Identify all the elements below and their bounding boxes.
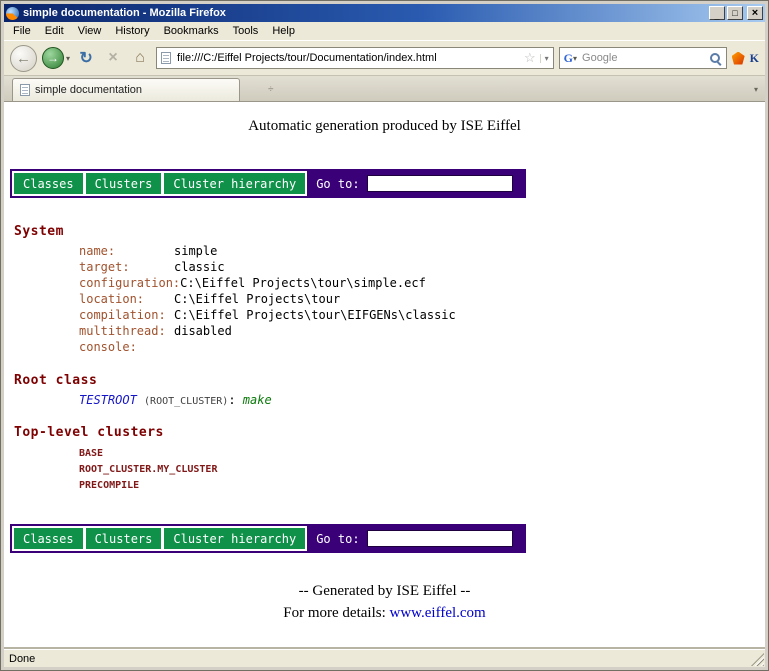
menubar: File Edit View History Bookmarks Tools H… [4,22,765,41]
root-class-heading: Root class [14,373,765,388]
system-row: name:simple [79,243,765,259]
firefox-window: simple documentation - Mozilla Firefox _… [0,0,769,671]
menu-file[interactable]: File [6,24,38,38]
titlebar[interactable]: simple documentation - Mozilla Firefox _… [4,4,765,22]
goto-section-bottom: Go to: [307,526,524,551]
list-all-tabs-icon[interactable]: ▾ [754,85,761,94]
goto-label-bottom: Go to: [316,532,359,546]
addon-icon-orange[interactable] [732,52,745,65]
url-dropdown-icon[interactable]: ▾ [540,54,549,63]
root-class-line: TESTROOT (ROOT_CLUSTER): make [79,393,765,407]
google-icon[interactable]: G [564,51,573,66]
resize-grip[interactable] [751,653,764,666]
goto-label: Go to: [316,177,359,191]
generated-by-line: -- Generated by ISE Eiffel -- [4,583,765,600]
system-section: System name:simple target:classic config… [14,224,765,355]
url-input[interactable] [175,49,520,67]
cluster-hierarchy-button-bottom[interactable]: Cluster hierarchy [164,528,305,549]
doc-header: Automatic generation produced by ISE Eif… [4,118,765,135]
classes-button[interactable]: Classes [14,173,83,194]
bookmark-star-icon[interactable]: ☆ [524,50,536,66]
goto-input-bottom[interactable] [367,530,513,547]
cluster-list: BASE ROOT_CLUSTER.MY_CLUSTER PRECOMPILE [79,446,765,494]
cluster-link-base[interactable]: BASE [79,446,765,462]
system-row: compilation:C:\Eiffel Projects\tour\EIFG… [79,307,765,323]
menu-history[interactable]: History [108,24,156,38]
menu-edit[interactable]: Edit [38,24,71,38]
tab-strip: simple documentation ÷ ▾ [4,76,765,102]
menu-view[interactable]: View [71,24,109,38]
back-button[interactable]: ← [10,45,37,72]
stop-button[interactable]: × [102,47,124,69]
addon-icon-k[interactable]: K [750,51,759,66]
maximize-button[interactable]: □ [727,6,743,20]
minimize-button[interactable]: _ [709,6,725,20]
root-class-section: Root class TESTROOT (ROOT_CLUSTER): make [14,373,765,407]
system-heading: System [14,224,765,239]
tab-simple-documentation[interactable]: simple documentation [12,78,240,101]
system-row: target:classic [79,259,765,275]
cluster-link-precompile[interactable]: PRECOMPILE [79,478,765,494]
system-row: configuration:C:\Eiffel Projects\tour\si… [79,275,765,291]
forward-button[interactable]: → [42,47,64,69]
goto-section: Go to: [307,171,524,196]
firefox-icon [6,7,19,20]
reload-button[interactable]: ↻ [75,47,97,69]
menu-bookmarks[interactable]: Bookmarks [157,24,226,38]
search-magnifier-icon[interactable] [709,52,722,65]
clusters-heading: Top-level clusters [14,425,765,440]
clusters-button[interactable]: Clusters [86,173,162,194]
search-box: G ▾ [559,47,727,69]
root-feature-link[interactable]: make [243,393,272,407]
search-engine-dropdown-icon[interactable]: ▾ [573,54,577,63]
details-line: For more details: www.eiffel.com [4,605,765,622]
forward-history-dropdown-icon[interactable]: ▾ [66,54,70,63]
doc-navbar-top: Classes Clusters Cluster hierarchy Go to… [10,169,526,198]
tab-label: simple documentation [35,84,142,96]
eiffel-site-link[interactable]: www.eiffel.com [390,605,486,621]
root-class-link[interactable]: TESTROOT [79,393,137,407]
tab-strip-widget-icon[interactable]: ÷ [268,84,274,95]
goto-input[interactable] [367,175,513,192]
window-title: simple documentation - Mozilla Firefox [23,7,707,19]
doc-footer: -- Generated by ISE Eiffel -- For more d… [4,583,765,622]
system-row: console: [79,339,765,355]
page-icon [161,52,171,64]
menu-tools[interactable]: Tools [226,24,266,38]
doc-navbar-bottom: Classes Clusters Cluster hierarchy Go to… [10,524,526,553]
clusters-button-bottom[interactable]: Clusters [86,528,162,549]
home-button[interactable]: ⌂ [129,47,151,69]
close-button[interactable]: × [747,6,763,20]
root-cluster-ref: (ROOT_CLUSTER) [144,396,228,407]
classes-button-bottom[interactable]: Classes [14,528,83,549]
cluster-hierarchy-button[interactable]: Cluster hierarchy [164,173,305,194]
status-bar: Done [4,649,765,667]
system-row: multithread:disabled [79,323,765,339]
search-input[interactable] [580,49,706,67]
page-content: Automatic generation produced by ISE Eif… [4,102,765,649]
tab-favicon [20,84,30,96]
url-bar: ☆ ▾ [156,47,554,69]
system-rows: name:simple target:classic configuration… [79,243,765,355]
menu-help[interactable]: Help [265,24,302,38]
clusters-section: Top-level clusters BASE ROOT_CLUSTER.MY_… [14,425,765,494]
cluster-link-root-cluster[interactable]: ROOT_CLUSTER.MY_CLUSTER [79,462,765,478]
system-row: location:C:\Eiffel Projects\tour [79,291,765,307]
navigation-toolbar: ← → ▾ ↻ × ⌂ ☆ ▾ G ▾ K [4,41,765,76]
status-text: Done [9,653,35,665]
